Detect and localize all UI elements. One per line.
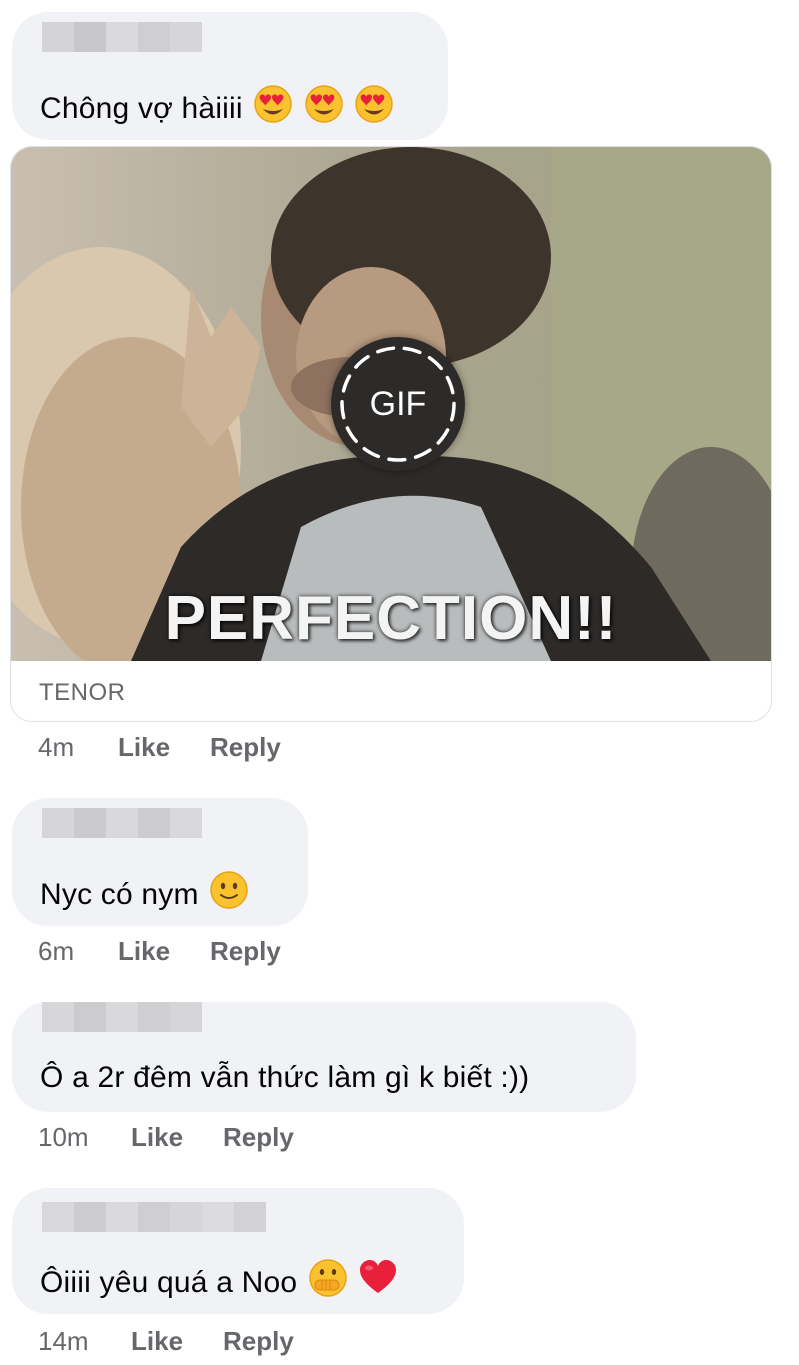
red-heart-emoji xyxy=(360,1260,397,1293)
comment-bubble: Nyc có nym xyxy=(12,798,308,926)
comment-text: Nyc có nym xyxy=(40,870,249,913)
comment-actions: 6m Like Reply xyxy=(38,936,281,966)
reply-button[interactable]: Reply xyxy=(210,936,281,966)
comment-actions: 14m Like Reply xyxy=(38,1326,294,1356)
reply-button[interactable]: Reply xyxy=(223,1326,294,1356)
heart-eyes-emoji xyxy=(355,85,394,123)
heart-eyes-emoji xyxy=(305,85,343,123)
comment-text: Ô a 2r đêm vẫn thức làm gì k biết :)) xyxy=(40,1061,530,1094)
comment-bubble: Ô a 2r đêm vẫn thức làm gì k biết :)) xyxy=(12,1002,636,1112)
blurred-author-name[interactable] xyxy=(42,22,202,52)
comment-bubble: Chông vợ hàiiii xyxy=(12,12,448,140)
blurred-author-name[interactable] xyxy=(42,808,202,838)
comment-timestamp[interactable]: 6m xyxy=(38,936,118,966)
hand-over-mouth-emoji xyxy=(309,1259,347,1297)
comment-timestamp[interactable]: 4m xyxy=(38,732,118,762)
heart-eyes-emoji xyxy=(254,85,293,123)
comment-text: Chông vợ hàiiii xyxy=(40,84,394,127)
blurred-author-name[interactable] xyxy=(42,1202,266,1232)
gif-source-label[interactable]: TENOR xyxy=(39,679,126,707)
reply-button[interactable]: Reply xyxy=(210,732,281,762)
comment-bubble: Ôiiii yêu quá a Noo xyxy=(12,1188,464,1314)
slightly-smiling-emoji xyxy=(210,871,248,909)
comment-timestamp[interactable]: 10m xyxy=(38,1122,131,1152)
comment-text: Ôiiii yêu quá a Noo xyxy=(40,1258,398,1301)
comment-timestamp[interactable]: 14m xyxy=(38,1326,131,1356)
comment-actions: 10m Like Reply xyxy=(38,1122,294,1152)
like-button[interactable]: Like xyxy=(131,1122,223,1152)
gif-play-badge[interactable]: GIF xyxy=(331,337,465,471)
like-button[interactable]: Like xyxy=(118,936,210,966)
gif-attachment[interactable]: PERFECTION!! GIF TENOR xyxy=(10,146,772,722)
like-button[interactable]: Like xyxy=(118,732,210,762)
gif-caption: PERFECTION!! xyxy=(164,584,618,653)
gif-badge-label: GIF xyxy=(369,385,427,423)
reply-button[interactable]: Reply xyxy=(223,1122,294,1152)
comment-actions: 4m Like Reply xyxy=(38,732,281,762)
blurred-author-name[interactable] xyxy=(42,1002,202,1032)
like-button[interactable]: Like xyxy=(131,1326,223,1356)
gif-source-bar: TENOR xyxy=(11,661,771,721)
